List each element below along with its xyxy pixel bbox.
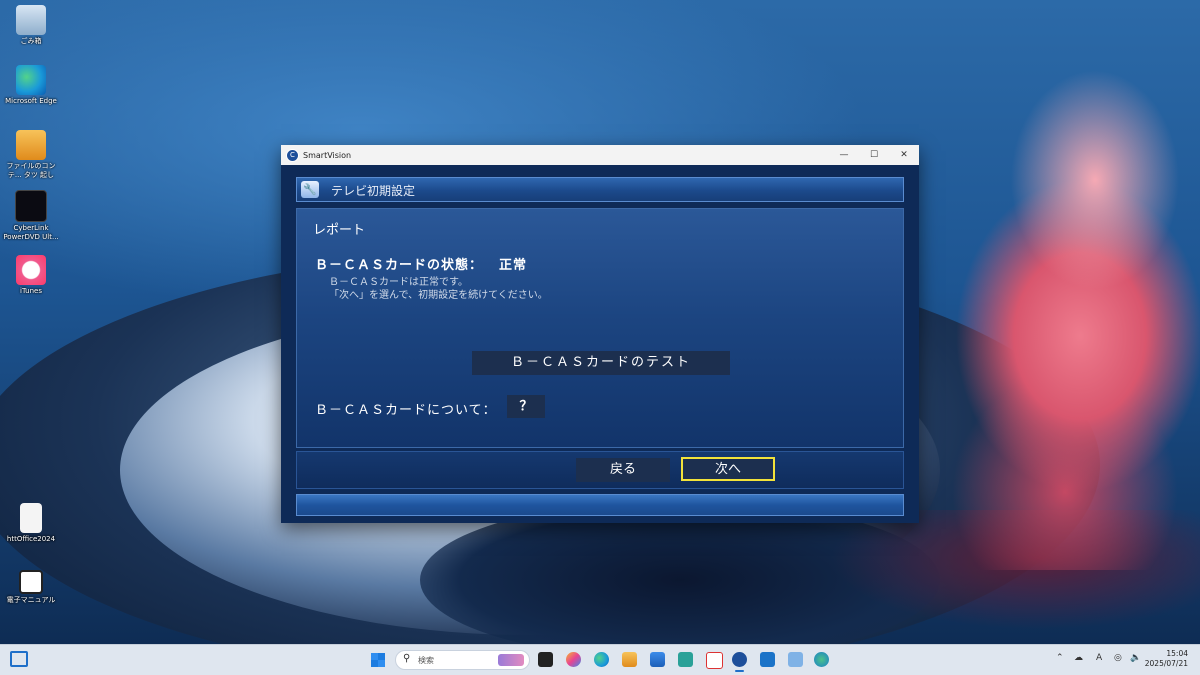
outlook-icon[interactable] <box>760 652 775 667</box>
search-icon: ⚲ <box>403 653 411 664</box>
next-button[interactable]: 次へ <box>681 457 775 481</box>
clock-time: 15:04 <box>1166 649 1188 658</box>
description-line: Ｂ－ＣＡＳカードは正常です。 <box>329 277 468 288</box>
office-icon[interactable] <box>706 652 723 669</box>
desktop-icon-label: Microsoft Edge <box>5 97 57 105</box>
file-explorer-icon[interactable] <box>622 652 637 667</box>
app-icon[interactable] <box>678 652 693 667</box>
globe-app-icon[interactable] <box>814 652 829 667</box>
desktop-icon-label: CyberLink PowerDVD Ult... <box>3 224 59 241</box>
manual-icon <box>19 570 43 594</box>
dialog-bottom-bar <box>296 494 904 516</box>
desktop-icon-edge[interactable]: Microsoft Edge <box>0 65 62 106</box>
folder-shortcut-icon <box>16 130 46 160</box>
clock-date: 2025/07/21 <box>1144 659 1188 668</box>
edge-taskbar-icon[interactable] <box>594 652 609 667</box>
dialog-footer: 戻る 次へ <box>296 451 904 489</box>
chevron-up-icon[interactable]: ⌃ <box>1056 653 1064 663</box>
start-button[interactable] <box>371 653 385 667</box>
wrench-icon: 🔧 <box>301 181 319 198</box>
copilot-icon[interactable] <box>566 652 581 667</box>
bcas-status-value: 正常 <box>499 258 528 273</box>
window-title: SmartVision <box>303 150 352 160</box>
desktop-icon-label: httOffice2024 <box>6 535 56 543</box>
desktop-icon-powerdvd[interactable]: CyberLink PowerDVD Ult... <box>0 190 62 242</box>
bcas-about-label: Ｂ－ＣＡＳカードについて： <box>315 403 497 418</box>
edge-icon <box>16 65 46 95</box>
close-button[interactable]: ✕ <box>889 145 919 165</box>
taskbar-search[interactable]: ⚲ 検索 <box>395 650 530 670</box>
network-icon[interactable]: ◎ <box>1114 653 1122 663</box>
taskbar-clock[interactable]: 15:04 2025/07/21 <box>1145 649 1188 669</box>
minimize-button[interactable]: — <box>829 145 859 165</box>
desktop-icon-label: ファイルのコンテ... タツ 起し <box>6 162 56 179</box>
smartvision-taskbar-icon[interactable] <box>732 652 747 672</box>
input-language[interactable]: A <box>1096 653 1102 663</box>
window-controls: — ☐ ✕ <box>829 145 919 165</box>
photos-icon[interactable] <box>788 652 803 667</box>
desktop-icon-label: ごみ箱 <box>20 37 42 45</box>
desktop-icon-itunes[interactable]: iTunes <box>0 255 62 296</box>
report-panel: レポート Ｂ－ＣＡＳカードの状態： 正常 Ｂ－ＣＡＳカードは正常です。 「次へ」を… <box>296 208 904 448</box>
report-title: レポート <box>313 223 366 238</box>
volume-icon[interactable]: 🔈 <box>1130 653 1141 663</box>
store-icon[interactable] <box>650 652 665 667</box>
smartvision-window: C SmartVision — ☐ ✕ 🔧 テレビ初期設定 レポート Ｂ－ＣＡＳ… <box>281 145 919 523</box>
bcas-status-description: Ｂ－ＣＡＳカードは正常です。 「次へ」を選んで、初期設定を続けてください。 <box>329 276 548 302</box>
desktop-icon-recycle-bin[interactable]: ごみ箱 <box>0 5 62 46</box>
desktop-icon-manual[interactable]: 電子マニュアル <box>0 570 62 605</box>
search-highlight-icon <box>498 654 524 666</box>
file-icon <box>20 503 42 533</box>
bcas-status: Ｂ－ＣＡＳカードの状態： 正常 <box>315 254 527 273</box>
description-line: 「次へ」を選んで、初期設定を続けてください。 <box>329 290 548 301</box>
task-view-icon[interactable] <box>538 652 553 667</box>
widgets-icon[interactable] <box>10 651 28 667</box>
taskbar: ⚲ 検索 ⌃ ☁ A ◎ 🔈 15:04 2025/07/21 <box>0 644 1200 675</box>
bcas-status-label: Ｂ－ＣＡＳカードの状態： <box>315 258 484 273</box>
window-titlebar[interactable]: C SmartVision — ☐ ✕ <box>281 145 919 165</box>
desktop-icon-office-file[interactable]: httOffice2024 <box>0 503 62 544</box>
back-button[interactable]: 戻る <box>576 458 670 482</box>
desktop-icon-folder[interactable]: ファイルのコンテ... タツ 起し <box>0 130 62 180</box>
help-button[interactable]: ？ <box>507 395 545 418</box>
smartvision-app-icon: C <box>286 148 299 162</box>
maximize-button[interactable]: ☐ <box>859 145 889 165</box>
powerdvd-icon <box>15 190 47 222</box>
desktop-icon-label: 電子マニュアル <box>6 596 56 604</box>
search-placeholder: 検索 <box>418 656 434 665</box>
wallpaper-flower <box>915 50 1200 570</box>
desktop-icon-label: iTunes <box>20 287 42 295</box>
cloud-icon[interactable]: ☁ <box>1074 653 1083 663</box>
itunes-icon <box>16 255 46 285</box>
bcas-test-button[interactable]: Ｂ－ＣＡＳカードのテスト <box>472 351 730 375</box>
recycle-bin-icon <box>16 5 46 35</box>
dialog-header-title: テレビ初期設定 <box>331 184 416 198</box>
dialog-header: 🔧 テレビ初期設定 <box>296 177 904 202</box>
